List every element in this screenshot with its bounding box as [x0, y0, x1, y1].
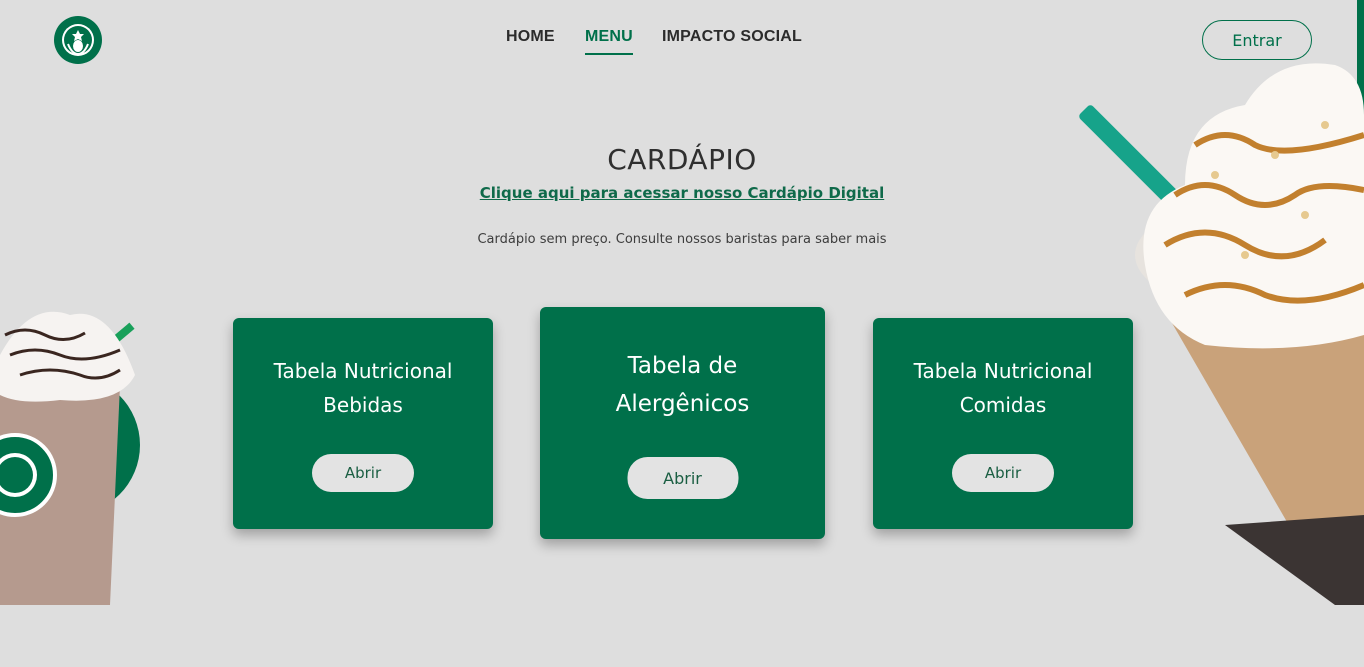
open-alergenicos-button[interactable]: Abrir [627, 457, 738, 499]
card-title: Tabela Nutricional Bebidas [233, 354, 493, 422]
page-title: CARDÁPIO [607, 143, 757, 176]
card-nutricional-bebidas: Tabela Nutricional Bebidas Abrir [233, 318, 493, 529]
page-subtitle: Cardápio sem preço. Consulte nossos bari… [477, 232, 887, 247]
card-title-line: Comidas [959, 393, 1047, 417]
card-title: Tabela Nutricional Comidas [873, 354, 1133, 422]
frappuccino-chocolate-image [0, 295, 160, 615]
main-nav: HOME MENU IMPACTO SOCIAL [0, 28, 1364, 58]
nav-menu-link[interactable]: MENU [585, 28, 633, 55]
open-bebidas-button[interactable]: Abrir [312, 454, 414, 492]
card-alergenicos: Tabela de Alergênicos Abrir [540, 307, 825, 539]
card-title: Tabela de Alergênicos [540, 347, 825, 423]
card-title-line: Tabela Nutricional [913, 359, 1093, 383]
login-button[interactable]: Entrar [1202, 20, 1312, 60]
card-title-line: Alergênicos [615, 391, 750, 417]
card-nutricional-comidas: Tabela Nutricional Comidas Abrir [873, 318, 1133, 529]
open-comidas-button[interactable]: Abrir [952, 454, 1054, 492]
card-title-line: Tabela Nutricional [273, 359, 453, 383]
card-title-line: Tabela de [627, 353, 738, 379]
digital-menu-link[interactable]: Clique aqui para acessar nosso Cardápio … [480, 184, 884, 202]
nav-home-link[interactable]: HOME [506, 28, 555, 53]
nav-impacto-social-link[interactable]: IMPACTO SOCIAL [662, 28, 802, 53]
card-title-line: Bebidas [323, 393, 403, 417]
